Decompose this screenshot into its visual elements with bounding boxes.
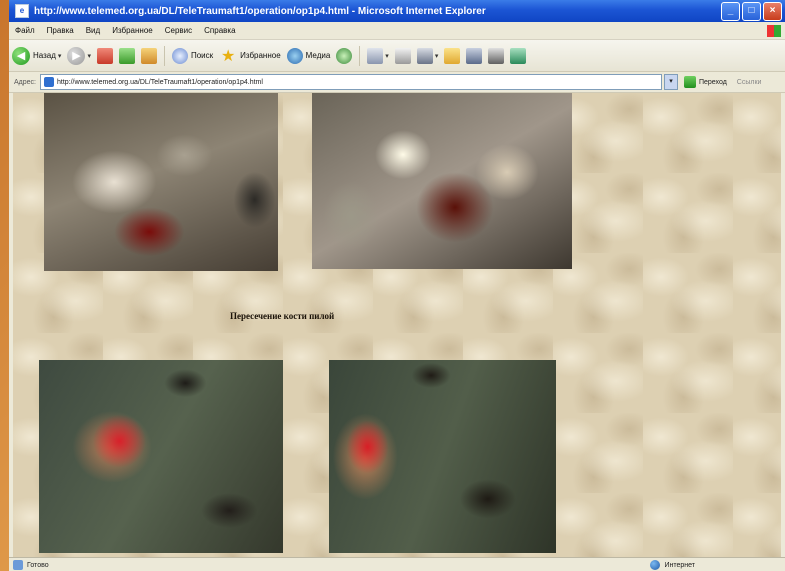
folder-icon: [444, 47, 461, 64]
media-icon: [286, 47, 303, 64]
surgery-photo-2: [312, 93, 572, 269]
go-arrow-icon: [683, 76, 696, 88]
page-content: Пересечение кости пилой: [13, 93, 781, 557]
chevron-down-icon: ▾: [57, 52, 62, 60]
address-url[interactable]: http://www.telemed.org.ua/DL/TeleTraumaf…: [57, 79, 263, 86]
menu-help[interactable]: Справка: [198, 26, 241, 35]
favorites-label: Избранное: [240, 51, 281, 60]
close-button[interactable]: ×: [763, 1, 782, 21]
maximize-button[interactable]: □: [742, 1, 761, 21]
history-button[interactable]: [336, 47, 353, 64]
surgery-photo-4: [329, 360, 556, 553]
star-icon: ★: [220, 47, 236, 65]
search-icon: [171, 47, 188, 64]
media-label: Медиа: [305, 51, 331, 60]
research-icon: [488, 47, 505, 64]
minimize-button[interactable]: _: [721, 1, 740, 21]
globe-icon: [650, 560, 661, 570]
search-label: Поиск: [190, 51, 214, 60]
photo-caption: Пересечение кости пилой: [230, 311, 335, 321]
menu-tools[interactable]: Сервис: [159, 26, 198, 35]
history-icon: [336, 47, 353, 64]
standard-toolbar: ◀ Назад ▾ ▶ ▾ Поиск ★ Избранное Медиа ▾ …: [9, 40, 785, 72]
back-button[interactable]: ◀ Назад ▾: [12, 46, 62, 65]
menu-edit[interactable]: Правка: [41, 26, 80, 35]
title-bar: e http://www.telemed.org.ua/DL/TeleTraum…: [9, 0, 785, 22]
window-title: http://www.telemed.org.ua/DL/TeleTraumaf…: [34, 5, 486, 17]
research-button[interactable]: [488, 47, 505, 64]
messenger-icon: [466, 47, 483, 64]
stop-button[interactable]: [96, 47, 113, 64]
print-button[interactable]: [394, 47, 411, 64]
folder-button[interactable]: [444, 47, 461, 64]
back-label: Назад: [33, 51, 56, 60]
chevron-down-icon: ▾: [434, 52, 439, 60]
links-label[interactable]: Ссылки: [737, 79, 762, 86]
status-page-icon: [13, 560, 23, 570]
go-label: Переход: [698, 78, 727, 86]
surgery-photo-3: [39, 360, 283, 553]
window-controls: _ □ ×: [721, 1, 782, 21]
toolbar-separator: [359, 45, 361, 66]
menu-view[interactable]: Вид: [80, 26, 106, 35]
zone-label: Интернет: [664, 561, 695, 569]
edit-button[interactable]: ▾: [416, 47, 439, 64]
home-button[interactable]: [140, 47, 157, 64]
ie-page-icon: e: [15, 4, 29, 18]
chevron-down-icon: ▾: [87, 52, 91, 60]
tools-icon: [510, 47, 527, 64]
refresh-button[interactable]: [118, 47, 135, 64]
page-icon: [43, 77, 54, 87]
address-dropdown-button[interactable]: ▾: [663, 74, 678, 90]
back-arrow-icon: ◀: [12, 46, 30, 65]
security-zone: Интернет: [650, 560, 695, 570]
go-button[interactable]: Переход: [683, 76, 727, 88]
refresh-icon: [118, 47, 135, 64]
status-text: Готово: [27, 561, 49, 569]
address-input[interactable]: http://www.telemed.org.ua/DL/TeleTraumaf…: [39, 74, 662, 90]
browser-window: e http://www.telemed.org.ua/DL/TeleTraum…: [9, 0, 785, 571]
menu-bar: Файл Правка Вид Избранное Сервис Справка: [9, 22, 785, 40]
address-bar: Адрес: http://www.telemed.org.ua/DL/Tele…: [9, 72, 785, 93]
forward-arrow-icon: ▶: [67, 46, 86, 65]
menu-favorites[interactable]: Избранное: [106, 26, 159, 35]
edit-icon: [416, 47, 433, 64]
tools-button[interactable]: [510, 47, 527, 64]
search-button[interactable]: Поиск: [171, 47, 214, 64]
mail-icon: [367, 47, 384, 64]
status-bar: Готово Интернет: [9, 557, 785, 571]
address-label: Адрес:: [14, 78, 36, 86]
windows-logo-icon: [767, 24, 781, 37]
stop-icon: [96, 47, 113, 64]
forward-button[interactable]: ▶ ▾: [67, 46, 91, 65]
home-icon: [140, 47, 157, 64]
toolbar-separator: [163, 45, 165, 66]
media-button[interactable]: Медиа: [286, 47, 331, 64]
surgery-photo-1: [44, 93, 278, 271]
chevron-down-icon: ▾: [385, 52, 389, 60]
menu-file[interactable]: Файл: [9, 26, 41, 35]
mail-button[interactable]: ▾: [367, 47, 389, 64]
favorites-button[interactable]: ★ Избранное: [219, 47, 281, 65]
printer-icon: [394, 47, 411, 64]
messenger-button[interactable]: [466, 47, 483, 64]
